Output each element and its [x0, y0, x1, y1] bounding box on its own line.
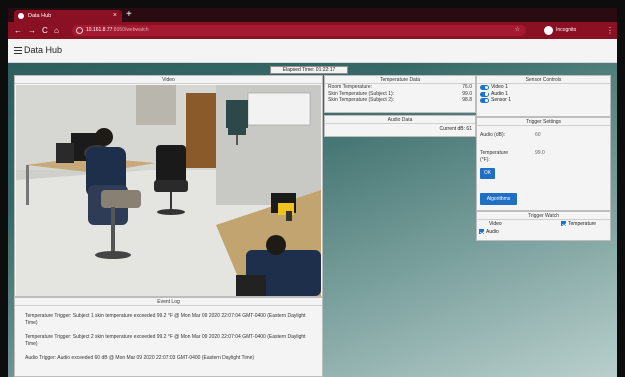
- sensor-label: Audio 1: [491, 90, 508, 97]
- video-trigger-label: Video: [489, 221, 502, 227]
- sensor-label: Video 1: [491, 84, 508, 90]
- audio-header: Audio Data: [325, 116, 475, 124]
- page: Data Hub Elapsed Time: 01:22:17 Video Ev…: [8, 39, 617, 377]
- app-header: Data Hub: [8, 39, 617, 63]
- checkbox-checked-icon[interactable]: [479, 229, 484, 235]
- browser-tab[interactable]: Data Hub ×: [14, 10, 122, 22]
- elapsed-time: Elapsed Time: 01:22:17: [270, 66, 348, 74]
- event-log-entry: Audio Trigger: Audio exceeded 60 dB @ Mo…: [25, 355, 255, 361]
- incognito-icon: [544, 26, 553, 35]
- browser-menu-icon[interactable]: ⋮: [606, 22, 614, 39]
- favicon-icon: [18, 13, 24, 19]
- home-icon[interactable]: ⌂: [54, 22, 59, 39]
- temperature-value: 98.8: [462, 97, 472, 103]
- incognito-profile[interactable]: Incognito: [544, 25, 576, 36]
- audio-threshold-input[interactable]: 60: [535, 132, 541, 138]
- forward-icon[interactable]: →: [28, 22, 36, 39]
- profile-label: Incognito: [556, 27, 577, 33]
- audio-trigger-label: Audio: [486, 229, 499, 235]
- event-log-entry: Temperature Trigger: Subject 1 skin temp…: [25, 313, 306, 326]
- audio-threshold-label: Audio (dB):: [480, 132, 506, 138]
- tab-title: Data Hub: [28, 13, 52, 19]
- app-title: Data Hub: [24, 45, 63, 55]
- video-panel: Video: [14, 75, 323, 297]
- trigger-watch-panel: Trigger Watch Video Temperature Audio: [476, 211, 611, 241]
- toggle-switch-icon[interactable]: [480, 85, 489, 90]
- temperature-trigger-item[interactable]: Temperature: [561, 220, 596, 228]
- temperature-header: Temperature Data: [325, 76, 475, 84]
- audio-threshold-row: Audio (dB): 60: [477, 132, 610, 142]
- sensor-label: Sensor 1: [491, 97, 512, 103]
- sensor-toggle-sensor-1[interactable]: Sensor 1: [477, 97, 610, 104]
- trigger-watch-row: Video Temperature: [477, 220, 610, 228]
- info-icon[interactable]: [76, 27, 83, 34]
- bookmark-star-icon[interactable]: ☆: [515, 25, 520, 36]
- event-log-entry: Temperature Trigger: Subject 2 skin temp…: [25, 334, 306, 347]
- algorithms-button[interactable]: Algorithms: [480, 193, 517, 205]
- url-host: 10.161.8.77: [86, 27, 113, 33]
- video-feed: [16, 85, 321, 296]
- temp-threshold-input[interactable]: 99.0: [535, 150, 545, 157]
- checkbox-checked-icon[interactable]: [561, 221, 566, 227]
- video-header: Video: [15, 76, 322, 84]
- url-path: :8050/webwatch: [112, 27, 149, 33]
- video-frame-image: [16, 85, 321, 296]
- back-icon[interactable]: ←: [14, 22, 22, 39]
- address-bar[interactable]: 10.161.8.77:8050/webwatch ☆: [72, 25, 526, 36]
- temperature-row: Skin Temperature (Subject 2): 98.8: [325, 97, 475, 104]
- toggle-switch-icon[interactable]: [480, 91, 489, 97]
- trigger-settings-header: Trigger Settings: [477, 118, 610, 126]
- temperature-trigger-label: Temperature: [568, 221, 597, 227]
- temperature-label: Skin Temperature (Subject 2):: [328, 97, 395, 103]
- ok-button[interactable]: OK: [480, 168, 495, 179]
- audio-trigger-item[interactable]: Audio: [477, 228, 610, 236]
- temperature-panel: Temperature Data Room Temperature: 76.0 …: [324, 75, 476, 113]
- event-log-panel: Event Log Temperature Trigger: Subject 1…: [14, 297, 323, 377]
- audio-panel: Audio Data Current dB: 61: [324, 115, 476, 137]
- sensor-controls-panel: Sensor Controls Video 1 Audio 1 Sensor 1: [476, 75, 611, 117]
- temp-threshold-label: Temperature (°F):: [480, 150, 509, 163]
- reload-icon[interactable]: C: [42, 22, 48, 39]
- sensor-controls-header: Sensor Controls: [477, 76, 610, 84]
- temperature-label: Room Temperature:: [328, 84, 373, 90]
- browser-toolbar: ← → C ⌂ 10.161.8.77:8050/webwatch ☆ Inco…: [8, 22, 617, 39]
- temperature-label: Skin Temperature (Subject 1):: [328, 90, 395, 97]
- trigger-watch-header: Trigger Watch: [477, 212, 610, 220]
- toggle-switch-icon[interactable]: [480, 98, 489, 103]
- event-log-header: Event Log: [15, 298, 322, 306]
- hamburger-menu-icon[interactable]: [14, 47, 22, 54]
- temp-threshold-row: Temperature (°F): 99.0: [477, 150, 545, 164]
- current-db: Current dB: 61: [439, 126, 472, 132]
- close-tab-icon[interactable]: ×: [113, 10, 117, 22]
- browser-tab-strip: Data Hub × +: [8, 8, 617, 22]
- trigger-settings-panel: Trigger Settings Audio (dB): 60 Temperat…: [476, 117, 611, 211]
- new-tab-button[interactable]: +: [126, 8, 132, 21]
